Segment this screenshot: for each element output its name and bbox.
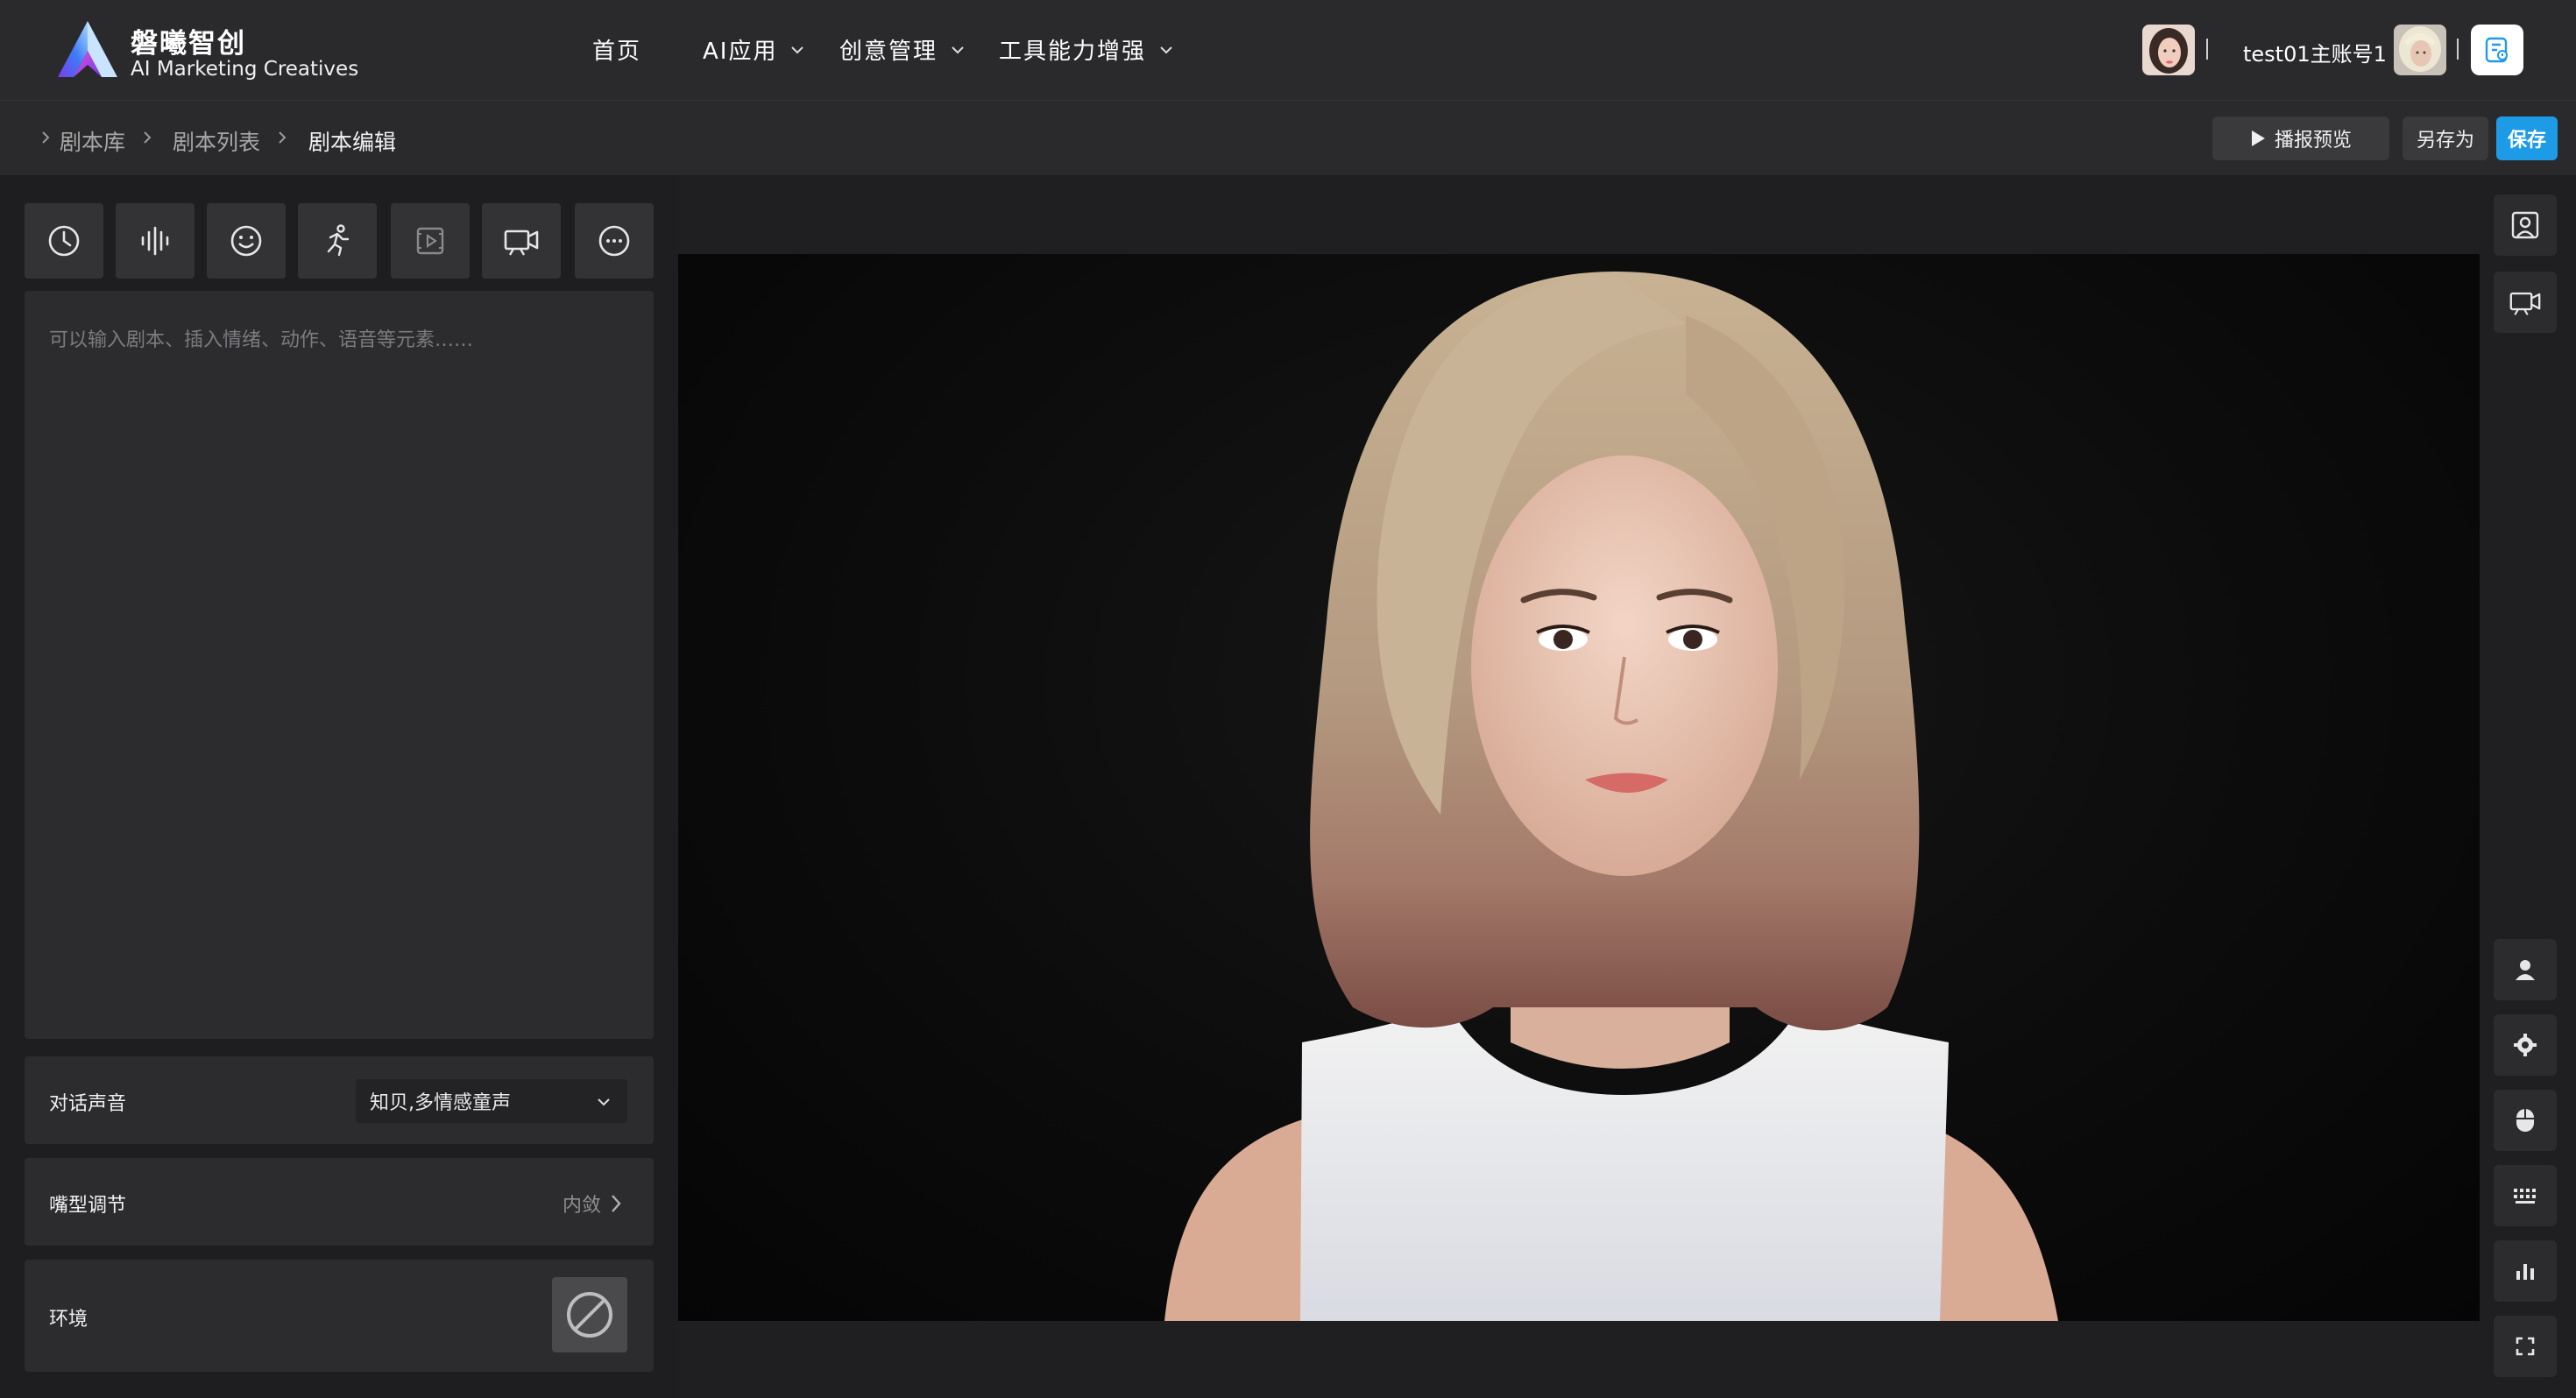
insert-camera-button[interactable] xyxy=(482,203,561,279)
mouth-setting-label: 嘴型调节 xyxy=(49,1195,127,1217)
camera-select-button[interactable] xyxy=(2494,272,2557,333)
gear-icon xyxy=(2514,1034,2537,1056)
environment-select-button[interactable] xyxy=(552,1277,627,1352)
fullscreen-button[interactable] xyxy=(2494,1316,2557,1377)
no-background-icon xyxy=(567,1292,612,1338)
mouse-control-button[interactable] xyxy=(2494,1090,2557,1151)
play-icon xyxy=(2251,131,2265,146)
insert-pause-button[interactable] xyxy=(25,203,103,279)
preview-area xyxy=(678,175,2576,1398)
nav-creative-management[interactable]: 创意管理 xyxy=(839,33,966,66)
smiley-icon xyxy=(230,225,262,257)
insert-emotion-button[interactable] xyxy=(207,203,286,279)
nav-ai-apps[interactable]: AI应用 xyxy=(703,33,805,66)
brand-logo-icon[interactable] xyxy=(54,19,119,81)
script-editor-panel: 对话声音 知贝,多情感童声 嘴型调节 内敛 环境 xyxy=(0,175,678,1398)
document-help-icon xyxy=(2485,37,2508,63)
mouth-setting-value[interactable]: 内敛 xyxy=(563,1190,622,1218)
running-person-icon xyxy=(327,224,350,257)
chevron-right-icon xyxy=(279,131,287,144)
voice-setting-label: 对话声音 xyxy=(49,1093,127,1115)
video-clip-icon xyxy=(416,227,444,255)
bar-chart-icon xyxy=(2516,1264,2534,1280)
person-icon xyxy=(2516,960,2535,980)
brand-name: 磐曦智创 xyxy=(131,28,246,60)
digital-human-stage xyxy=(678,254,2480,1321)
stats-button[interactable] xyxy=(2494,1240,2557,1302)
chevron-down-icon xyxy=(1160,46,1172,53)
environment-setting-row: 环境 xyxy=(25,1260,654,1372)
nav-label: 工具能力增强 xyxy=(999,39,1147,65)
script-editor xyxy=(25,291,654,1039)
voice-select-value: 知贝,多情感童声 xyxy=(370,1092,511,1114)
chevron-right-icon xyxy=(42,131,50,144)
keyboard-control-button[interactable] xyxy=(2494,1165,2557,1226)
nav-label: 创意管理 xyxy=(839,39,938,65)
environment-setting-label: 环境 xyxy=(49,1309,88,1331)
voice-setting-row: 对话声音 知贝,多情感童声 xyxy=(25,1056,654,1144)
nav-label: 首页 xyxy=(592,39,642,65)
digital-human-avatar[interactable] xyxy=(2142,25,2195,75)
mouth-value-text: 内敛 xyxy=(562,1195,601,1217)
preview-button[interactable]: 播报预览 xyxy=(2212,116,2389,160)
script-input[interactable] xyxy=(25,291,654,1039)
preview-label: 播报预览 xyxy=(2274,130,2352,152)
insert-voice-button[interactable] xyxy=(116,203,195,279)
settings-button[interactable] xyxy=(2494,1014,2557,1076)
top-header: 磐曦智创 AI Marketing Creatives 首页 AI应用 创意管理… xyxy=(0,0,2576,100)
portrait-icon xyxy=(2511,211,2539,239)
breadcrumb-script-library[interactable]: 剧本库 xyxy=(60,125,125,157)
nav-label: AI应用 xyxy=(703,39,778,65)
voice-select[interactable]: 知贝,多情感童声 xyxy=(356,1079,627,1123)
mouse-icon xyxy=(2516,1109,2534,1132)
breadcrumb-script-list[interactable]: 剧本列表 xyxy=(173,125,260,157)
brand-tagline: AI Marketing Creatives xyxy=(131,58,359,81)
fullscreen-icon xyxy=(2516,1337,2535,1356)
insert-video-button[interactable] xyxy=(391,203,470,279)
audio-wave-icon xyxy=(141,226,169,256)
nav-home[interactable]: 首页 xyxy=(592,33,641,66)
camera-icon xyxy=(504,229,539,256)
breadcrumb-bar: 剧本库 剧本列表 剧本编辑 播报预览 另存为 保存 xyxy=(0,100,2576,175)
more-icon xyxy=(598,225,630,257)
breadcrumb-script-edit: 剧本编辑 xyxy=(308,130,397,155)
chevron-down-icon xyxy=(791,46,804,53)
divider xyxy=(2457,39,2459,60)
digital-human-figure xyxy=(1164,272,2058,1321)
person-button[interactable] xyxy=(2494,939,2557,1000)
account-name[interactable]: test01主账号1 xyxy=(2243,37,2387,67)
user-avatar[interactable] xyxy=(2394,25,2446,75)
nav-tool-enhancement[interactable]: 工具能力增强 xyxy=(999,33,1174,66)
clock-icon xyxy=(48,225,80,257)
mouth-setting-row[interactable]: 嘴型调节 内敛 xyxy=(25,1158,654,1246)
keyboard-icon xyxy=(2514,1189,2536,1204)
character-select-button[interactable] xyxy=(2494,194,2557,256)
camera-icon xyxy=(2509,292,2541,315)
save-button[interactable]: 保存 xyxy=(2496,116,2558,160)
chevron-down-icon xyxy=(952,46,964,53)
chevron-right-icon xyxy=(144,131,152,144)
help-doc-button[interactable] xyxy=(2471,25,2523,75)
save-as-button[interactable]: 另存为 xyxy=(2403,116,2488,160)
chevron-right-icon xyxy=(612,1195,621,1212)
chevron-down-icon xyxy=(598,1098,610,1106)
more-options-button[interactable] xyxy=(575,203,654,279)
insert-action-button[interactable] xyxy=(298,203,377,279)
divider xyxy=(2206,39,2208,60)
